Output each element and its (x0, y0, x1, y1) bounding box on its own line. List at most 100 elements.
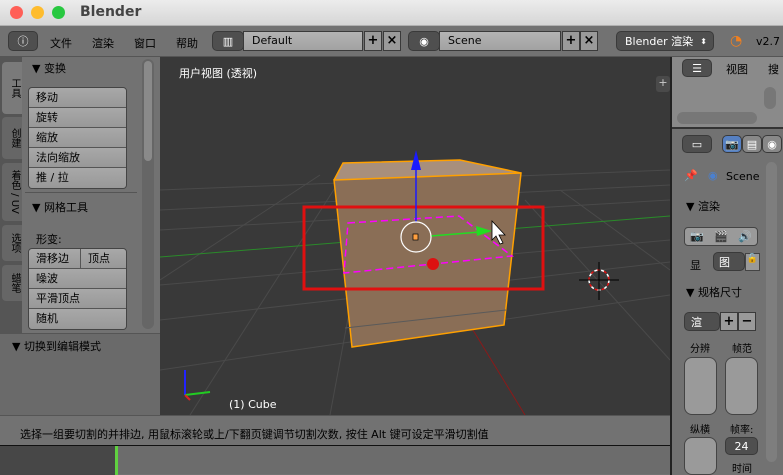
blender-logo-icon: ◔ (730, 33, 743, 49)
aspect-fields[interactable] (684, 437, 717, 475)
randomize-button[interactable]: 随机 (29, 309, 126, 329)
outliner-h-scrollbar[interactable] (677, 112, 757, 124)
tool-shelf: ▼ 变换 移动 旋转 缩放 法向缩放 推 / 拉 ▼ 网格工具 形变: 滑移边 … (22, 57, 160, 333)
delete-layout-button[interactable]: × (383, 31, 401, 51)
outliner-view-menu[interactable]: 视图 (726, 61, 748, 77)
translate-button[interactable]: 移动 (29, 88, 126, 108)
frame-rate-label: 帧率: (730, 425, 754, 436)
display-select[interactable]: 图 (713, 252, 745, 271)
view-label: 用户视图 (透视) (179, 67, 258, 80)
mesh-tools-buttons: 滑移边 顶点 噪波 平滑顶点 随机 (28, 248, 127, 330)
right-editors: ☰ 视图 搜 ▭ 📷 ▤ ◉ 📌 ◉ Scene ▼ 渲染 📷 🎬 🔊 显 图 🔓 … (670, 57, 783, 475)
edge-slide-button[interactable]: 滑移边 (29, 249, 81, 268)
smooth-vertex-button[interactable]: 平滑顶点 (29, 289, 126, 309)
resolution-label: 分辨 (690, 344, 710, 355)
operator-panel-header[interactable]: ▼ 切换到编辑模式 (12, 338, 101, 354)
delete-scene-button[interactable]: × (580, 31, 598, 51)
render-layers-icon[interactable]: ▤ (742, 135, 762, 153)
resolution-fields[interactable] (684, 357, 717, 415)
aspect-label: 纵横 (690, 425, 710, 436)
transform-title: 变换 (43, 62, 66, 75)
tab-create[interactable]: 创建 (2, 117, 22, 159)
preset-select[interactable]: 渲 (684, 312, 720, 331)
3d-viewport[interactable]: z y x 用户视图 (透视) (1) Cube + (160, 57, 670, 415)
3d-cursor-icon (579, 262, 619, 300)
frame-rate-select[interactable]: 24 (725, 437, 758, 455)
render-engine-select[interactable]: Blender 渲染 ⬍ (616, 31, 714, 51)
frame-range-fields[interactable] (725, 357, 758, 415)
display-label: 显 (690, 259, 701, 272)
tool-shelf-scrollbar[interactable] (142, 59, 154, 329)
lock-icon[interactable]: 🔓 (745, 253, 760, 271)
tab-tools[interactable]: 工具 (2, 62, 22, 114)
screen-layout-field[interactable]: Default (243, 31, 363, 51)
pin-icon[interactable]: 📌 (684, 169, 698, 182)
cube-front-face[interactable] (333, 172, 522, 348)
operator-panel: ▼ 切换到编辑模式 (0, 333, 160, 415)
outliner-search-menu[interactable]: 搜 (768, 61, 779, 77)
render-context-icon[interactable]: 📷 (722, 135, 742, 153)
transform-buttons: 移动 旋转 缩放 法向缩放 推 / 拉 (28, 87, 127, 189)
menu-help[interactable]: 帮助 (176, 35, 198, 51)
scene-icon[interactable]: ◉ (408, 31, 440, 51)
operator-title: 切换到编辑模式 (23, 340, 101, 353)
status-bar: 选择一组要切割的并排边, 用鼠标滚轮或上/下翻页键调节切割次数, 按住 Alt … (0, 415, 670, 445)
menu-render[interactable]: 渲染 (92, 35, 114, 51)
render-engine-label: Blender 渲染 (625, 35, 694, 48)
frame-rate-value: 24 (734, 439, 749, 453)
timeline[interactable] (0, 445, 670, 475)
dimensions-panel-header[interactable]: ▼ 规格尺寸 (686, 284, 742, 300)
properties-type-icon[interactable]: ▭ (682, 135, 712, 153)
current-frame-marker[interactable] (115, 446, 118, 475)
time-label: 时间 (732, 464, 752, 475)
properties-scrollbar[interactable] (766, 162, 777, 462)
tab-grease-pencil[interactable]: 蜡笔 (2, 265, 22, 301)
menu-file[interactable]: 文件 (50, 35, 72, 51)
editor-type-info-icon[interactable]: ⓘ (8, 31, 38, 51)
deform-label: 形变: (36, 233, 62, 246)
menu-window[interactable]: 窗口 (134, 35, 156, 51)
add-layout-button[interactable]: + (364, 31, 382, 51)
expand-properties-button[interactable]: + (656, 76, 670, 92)
preset-value: 渲 (691, 315, 702, 329)
axis-gizmo (184, 370, 211, 401)
render-title: 渲染 (697, 200, 720, 213)
shrink-fatten-button[interactable]: 法向缩放 (29, 148, 126, 168)
rotate-button[interactable]: 旋转 (29, 108, 126, 128)
zoom-window-button[interactable] (52, 6, 65, 19)
tab-options[interactable]: 选项 (2, 225, 22, 261)
mesh-tools-panel-header[interactable]: ▼ 网格工具 (32, 199, 88, 215)
version-label: v2.7 (756, 35, 781, 48)
outliner: ☰ 视图 搜 (672, 57, 783, 129)
scale-button[interactable]: 缩放 (29, 128, 126, 148)
render-buttons: 📷 🎬 🔊 (684, 227, 758, 246)
render-panel-header[interactable]: ▼ 渲染 (686, 198, 720, 214)
close-window-button[interactable] (10, 6, 23, 19)
render-image-icon[interactable]: 📷 (690, 228, 704, 245)
vertex-slide-button[interactable]: 顶点 (81, 249, 110, 268)
noise-button[interactable]: 噪波 (29, 269, 126, 289)
status-text: 选择一组要切割的并排边, 用鼠标滚轮或上/下翻页键调节切割次数, 按住 Alt … (20, 428, 489, 441)
divider (25, 192, 137, 193)
timeline-out-of-range (0, 446, 115, 475)
scene-context-icon[interactable]: ◉ (762, 135, 782, 153)
outliner-type-icon[interactable]: ☰ (682, 59, 712, 77)
audio-icon[interactable]: 🔊 (738, 228, 752, 245)
x-manipulator-handle[interactable] (427, 258, 439, 270)
push-pull-button[interactable]: 推 / 拉 (29, 168, 126, 188)
display-value: 图 (719, 255, 730, 269)
remove-preset-button[interactable]: − (738, 312, 756, 331)
viewport-scene (160, 150, 670, 415)
screen-layout-icon[interactable]: ▥ (212, 31, 244, 51)
window-title: Blender (80, 4, 142, 20)
scene-field[interactable]: Scene (439, 31, 561, 51)
minimize-window-button[interactable] (31, 6, 44, 19)
info-header: ⓘ 文件 渲染 窗口 帮助 ▥ Default + × ◉ Scene + × … (0, 26, 783, 57)
add-scene-button[interactable]: + (562, 31, 580, 51)
z-arrow-icon[interactable] (411, 150, 421, 170)
transform-panel-header[interactable]: ▼ 变换 (32, 60, 66, 76)
render-animation-icon[interactable]: 🎬 (714, 228, 728, 245)
tab-shading-uv[interactable]: 着色 / UV (2, 163, 22, 221)
outliner-v-scrollbar[interactable] (764, 87, 776, 109)
add-preset-button[interactable]: + (720, 312, 738, 331)
